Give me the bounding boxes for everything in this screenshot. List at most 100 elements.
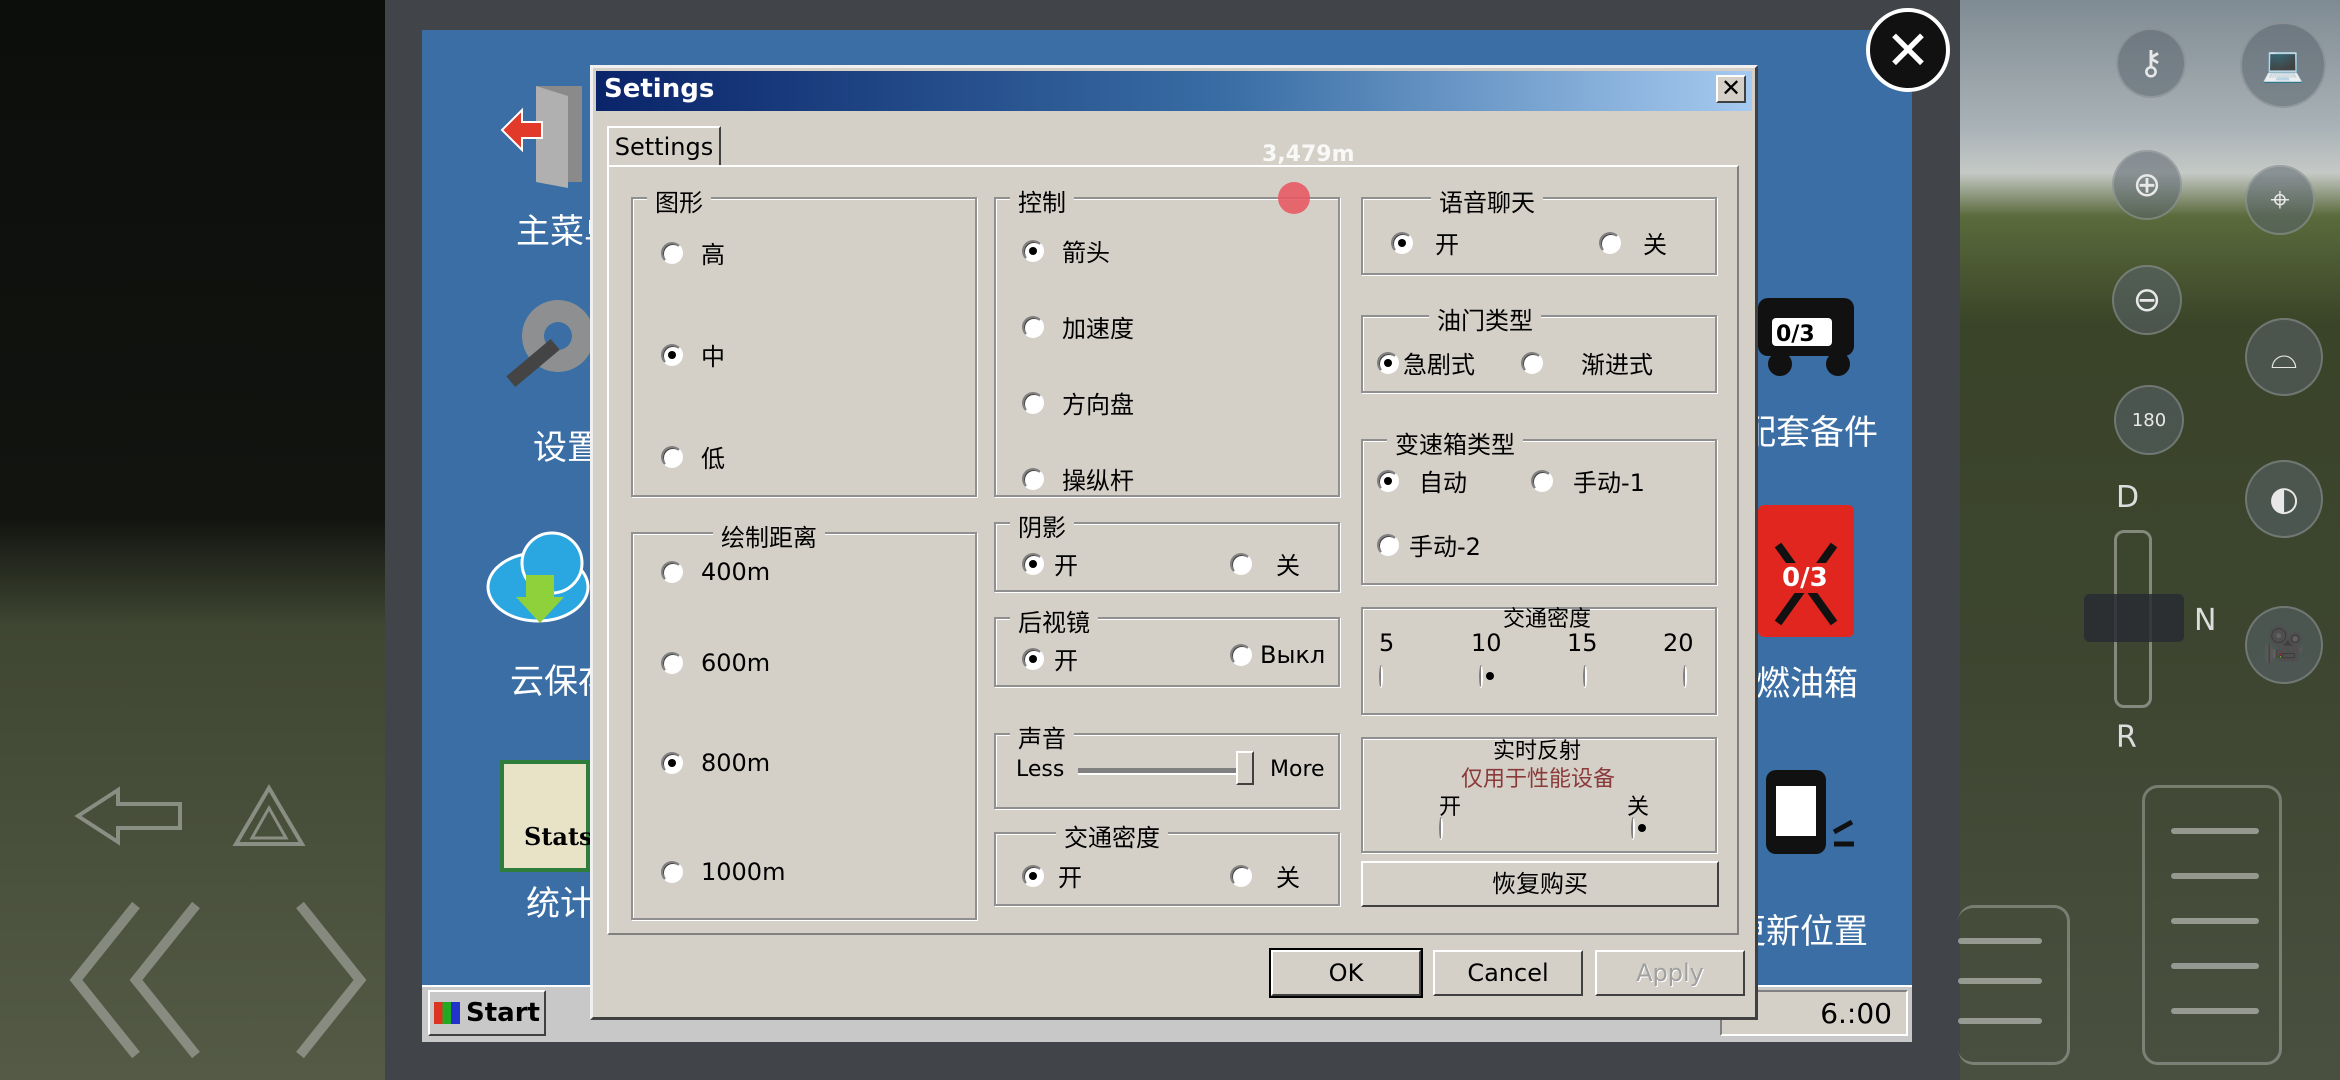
option-label: 高: [701, 241, 725, 269]
distance-1000-radio[interactable]: 1000m: [661, 858, 785, 886]
density-20-label: 20: [1663, 629, 1694, 657]
camera-icon[interactable]: 🎥: [2245, 606, 2323, 684]
fuel-can-icon[interactable]: 0/3: [1758, 505, 1854, 637]
shadows-off-radio[interactable]: 关: [1230, 546, 1300, 581]
apply-button[interactable]: Apply: [1595, 950, 1745, 996]
option-label: 手动-1: [1573, 469, 1645, 497]
control-wheel-radio[interactable]: 方向盘: [1022, 385, 1134, 420]
spare-parts-car-icon[interactable]: 0/3: [1758, 268, 1858, 388]
steer-left-icon[interactable]: [66, 895, 206, 1065]
settings-gear-icon[interactable]: [498, 290, 594, 410]
option-label: 800m: [701, 749, 771, 777]
control-label: 控制: [1010, 183, 1074, 218]
density-20-radio[interactable]: [1683, 665, 1687, 688]
sound-slider-track[interactable]: [1078, 768, 1254, 775]
reflections-on-radio[interactable]: [1439, 817, 1443, 840]
reflections-off-radio[interactable]: [1631, 817, 1635, 840]
desktop-label-cloud-save: 云保存: [510, 662, 590, 702]
gearbox-manual2-radio[interactable]: 手动-2: [1377, 527, 1481, 562]
reflections-on-label: 开: [1439, 795, 1462, 820]
radio-dot: [1022, 239, 1044, 262]
option-label: 开: [1054, 552, 1078, 580]
graphics-high-radio[interactable]: 高: [661, 235, 725, 270]
density-10-radio[interactable]: [1479, 665, 1483, 688]
traffic-on-radio[interactable]: 开: [1022, 858, 1082, 893]
density-10-label: 10: [1471, 629, 1502, 657]
headlights-icon[interactable]: ◐: [2245, 460, 2323, 538]
option-label: 1000m: [701, 858, 786, 886]
cloud-save-icon[interactable]: [486, 525, 590, 635]
density-15-radio[interactable]: [1583, 665, 1587, 688]
restore-purchases-button[interactable]: 恢复购买: [1361, 861, 1719, 907]
ok-button[interactable]: OK: [1269, 948, 1423, 998]
control-arrows-radio[interactable]: 箭头: [1022, 233, 1110, 268]
start-button[interactable]: Start: [428, 990, 546, 1036]
shadows-label: 阴影: [1010, 508, 1074, 543]
voice-off-radio[interactable]: 关: [1599, 225, 1667, 260]
reposition-car-icon[interactable]: [1758, 760, 1858, 875]
distance-800-radio[interactable]: 800m: [661, 749, 770, 777]
graphics-medium-radio[interactable]: 中: [661, 337, 725, 372]
window-close-button[interactable]: ✕: [1716, 75, 1746, 103]
distance-600-radio[interactable]: 600m: [661, 649, 770, 677]
tab-settings[interactable]: Settings: [607, 126, 721, 166]
rotate-180-icon[interactable]: 180: [2114, 385, 2184, 455]
close-overlay-button[interactable]: ✕: [1866, 8, 1950, 92]
mirrors-on-radio[interactable]: 开: [1022, 641, 1078, 676]
radio-dot: [1022, 391, 1044, 414]
graphics-label: 图形: [647, 183, 711, 218]
wiper-icon[interactable]: ⌓: [2245, 318, 2323, 396]
stats-book-label: Stats: [524, 822, 593, 851]
steer-right-icon[interactable]: [290, 895, 390, 1065]
option-label: 加速度: [1062, 315, 1134, 343]
zoom-in-icon[interactable]: ⊕: [2112, 150, 2182, 220]
zoom-out-icon[interactable]: ⊖: [2112, 265, 2182, 335]
shadows-group: 阴影 开 关: [994, 508, 1340, 592]
laptop-icon[interactable]: 💻: [2240, 22, 2326, 108]
throttle-progressive-radio[interactable]: 渐进式: [1521, 345, 1653, 380]
desktop-label-reposition: 更新位置: [1758, 912, 1868, 952]
stats-book-icon[interactable]: Stats: [500, 760, 593, 872]
map-pin-icon[interactable]: ⌖: [2245, 165, 2315, 235]
radio-dot: [661, 652, 683, 674]
option-label: 关: [1643, 231, 1667, 259]
voice-on-radio[interactable]: 开: [1391, 225, 1459, 260]
traffic-toggle-group: 交通密度 开 关: [994, 818, 1340, 906]
density-5-radio[interactable]: [1379, 665, 1383, 688]
pedal-stripe: [2171, 918, 2259, 924]
radio-dot: [1521, 351, 1543, 374]
option-label: 方向盘: [1062, 391, 1134, 419]
main-menu-icon[interactable]: [498, 80, 588, 190]
gear-d-label: D: [2116, 480, 2140, 515]
start-logo-icon: [434, 1002, 461, 1024]
traffic-off-radio[interactable]: 关: [1230, 858, 1300, 893]
distance-400-radio[interactable]: 400m: [661, 558, 770, 586]
title-bar[interactable]: Setings ✕: [596, 71, 1752, 111]
shadows-on-radio[interactable]: 开: [1022, 546, 1078, 581]
window-title: Setings: [604, 74, 715, 104]
brake-pedal[interactable]: [1958, 905, 2070, 1065]
gearbox-auto-radio[interactable]: 自动: [1377, 463, 1467, 498]
control-joystick-radio[interactable]: 操纵杆: [1022, 461, 1134, 496]
gear-shifter-handle[interactable]: [2084, 594, 2184, 642]
traffic-density-group: 交通密度 5 10 15 20: [1361, 607, 1717, 715]
cancel-button[interactable]: Cancel: [1433, 950, 1583, 996]
pedal-stripe: [1958, 978, 2042, 984]
mirrors-off-radio[interactable]: Выкл: [1230, 641, 1325, 669]
left-arrow-icon[interactable]: [74, 786, 184, 846]
gas-pedal[interactable]: [2142, 785, 2282, 1065]
throttle-sharp-radio[interactable]: 急剧式: [1377, 345, 1475, 380]
gearbox-manual1-radio[interactable]: 手动-1: [1531, 463, 1645, 498]
control-accelerometer-radio[interactable]: 加速度: [1022, 309, 1134, 344]
pedal-stripe: [2171, 828, 2259, 834]
clock: 6.:00: [1820, 996, 1892, 1030]
key-icon[interactable]: ⚷: [2116, 28, 2186, 98]
radio-dot: [1022, 315, 1044, 338]
hazard-triangle-icon[interactable]: [232, 784, 306, 848]
sound-slider-thumb[interactable]: [1236, 751, 1255, 785]
option-label: 关: [1276, 552, 1300, 580]
option-label: 渐进式: [1581, 351, 1653, 379]
radio-dot: [1230, 864, 1252, 887]
option-label: 400m: [701, 558, 771, 586]
graphics-low-radio[interactable]: 低: [661, 439, 725, 474]
